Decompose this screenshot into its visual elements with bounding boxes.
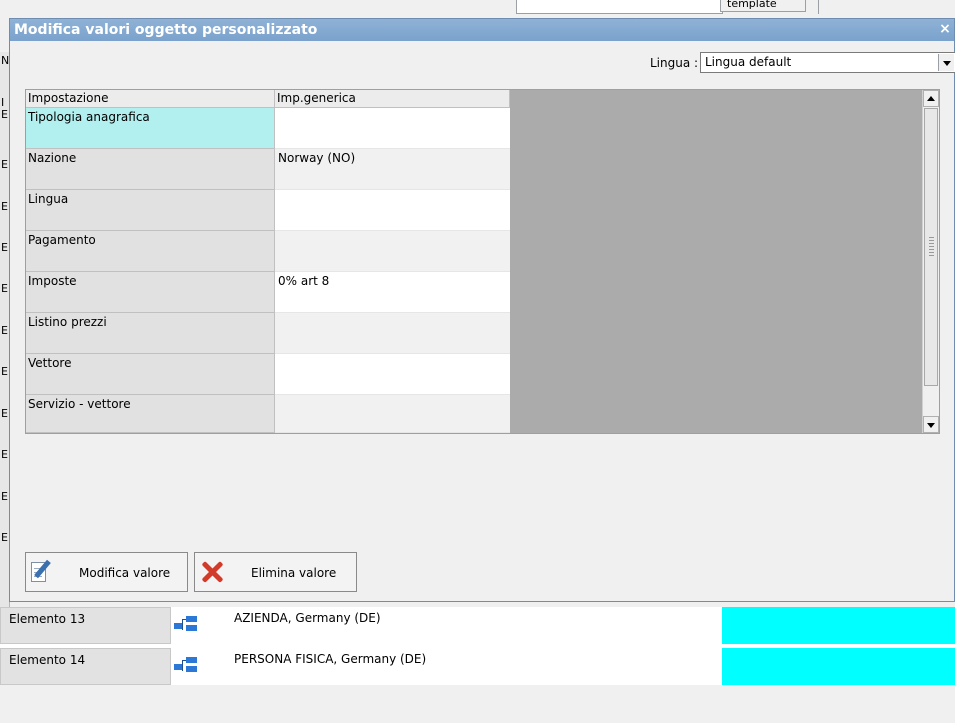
- scroll-down-icon[interactable]: [923, 416, 939, 433]
- scroll-up-icon[interactable]: [923, 90, 939, 107]
- chevron-down-icon[interactable]: [938, 54, 954, 71]
- left-letter: E: [1, 365, 8, 378]
- setting-value[interactable]: [275, 190, 510, 231]
- left-letter: E: [1, 200, 8, 213]
- column-header-setting[interactable]: Impostazione: [26, 90, 275, 108]
- background-top-field[interactable]: [516, 0, 723, 14]
- element-value: AZIENDA, Germany (DE): [234, 611, 381, 625]
- tree-node-icon: [174, 657, 200, 673]
- left-letter: E: [1, 531, 8, 544]
- background-template-button[interactable]: template: [720, 0, 806, 12]
- edit-document-icon: [31, 559, 53, 585]
- left-letter: E: [1, 241, 8, 254]
- setting-value[interactable]: [275, 231, 510, 272]
- element-color-cell: [722, 648, 955, 685]
- grid-vertical-scrollbar[interactable]: [922, 90, 939, 433]
- language-label: Lingua :: [650, 56, 699, 70]
- element-value-cell: AZIENDA, Germany (DE): [171, 607, 722, 644]
- grip-icon: [929, 237, 934, 257]
- background-element-list: Elemento 13 AZIENDA, Germany (DE) Elemen…: [0, 607, 955, 685]
- settings-grid: Impostazione Imp.generica Tipologia anag…: [25, 89, 940, 434]
- tree-node-icon: [174, 616, 200, 632]
- list-item[interactable]: Elemento 13 AZIENDA, Germany (DE): [0, 607, 955, 644]
- setting-value[interactable]: Norway (NO): [275, 149, 510, 190]
- edit-value-button[interactable]: Modifica valore: [25, 552, 188, 592]
- edit-value-label: Modifica valore: [79, 566, 171, 580]
- table-row[interactable]: Servizio - vettore: [26, 395, 510, 433]
- language-select-value: Lingua default: [705, 55, 792, 69]
- setting-name: Lingua: [26, 190, 275, 231]
- table-row[interactable]: Tipologia anagrafica: [26, 108, 510, 149]
- dialog-titlebar[interactable]: Modifica valori oggetto personalizzato ×: [10, 19, 954, 41]
- table-row[interactable]: Pagamento: [26, 231, 510, 272]
- left-letter: E: [1, 490, 8, 503]
- setting-value[interactable]: [275, 354, 510, 395]
- setting-value[interactable]: [275, 313, 510, 354]
- table-row[interactable]: Vettore: [26, 354, 510, 395]
- scrollbar-thumb[interactable]: [924, 108, 938, 386]
- element-value-cell: PERSONA FISICA, Germany (DE): [171, 648, 722, 685]
- setting-name: Pagamento: [26, 231, 275, 272]
- element-name: Elemento 14: [0, 648, 171, 685]
- red-x-icon: [199, 559, 225, 585]
- table-row[interactable]: Nazione Norway (NO): [26, 149, 510, 190]
- table-row[interactable]: Lingua: [26, 190, 510, 231]
- element-name: Elemento 13: [0, 607, 171, 644]
- setting-name: Listino prezzi: [26, 313, 275, 354]
- setting-value[interactable]: 0% art 8: [275, 272, 510, 313]
- setting-name: Tipologia anagrafica: [26, 108, 275, 149]
- table-row[interactable]: Listino prezzi: [26, 313, 510, 354]
- table-row[interactable]: Imposte 0% art 8: [26, 272, 510, 313]
- left-letter: E: [1, 407, 8, 420]
- left-letter: N: [1, 54, 10, 67]
- column-header-generic-value[interactable]: Imp.generica: [275, 90, 510, 108]
- setting-value[interactable]: [275, 395, 510, 433]
- background-divider: [818, 0, 819, 14]
- left-letter: E: [1, 448, 8, 461]
- left-letter: E: [1, 108, 8, 121]
- left-letter: E: [1, 158, 8, 171]
- setting-value[interactable]: [275, 108, 510, 149]
- language-select[interactable]: Lingua default: [700, 52, 955, 73]
- element-value: PERSONA FISICA, Germany (DE): [234, 652, 427, 666]
- left-letter: E: [1, 282, 8, 295]
- setting-name: Nazione: [26, 149, 275, 190]
- close-icon[interactable]: ×: [938, 21, 952, 37]
- setting-name: Servizio - vettore: [26, 395, 275, 433]
- setting-name: Vettore: [26, 354, 275, 395]
- delete-value-label: Elimina valore: [251, 566, 337, 580]
- dialog-title: Modifica valori oggetto personalizzato: [14, 22, 318, 38]
- edit-values-dialog: Modifica valori oggetto personalizzato ×…: [9, 18, 955, 602]
- delete-value-button[interactable]: Elimina valore: [194, 552, 357, 592]
- left-letter: E: [1, 324, 8, 337]
- list-item[interactable]: Elemento 14 PERSONA FISICA, Germany (DE): [0, 648, 955, 685]
- setting-name: Imposte: [26, 272, 275, 313]
- element-color-cell: [722, 607, 955, 644]
